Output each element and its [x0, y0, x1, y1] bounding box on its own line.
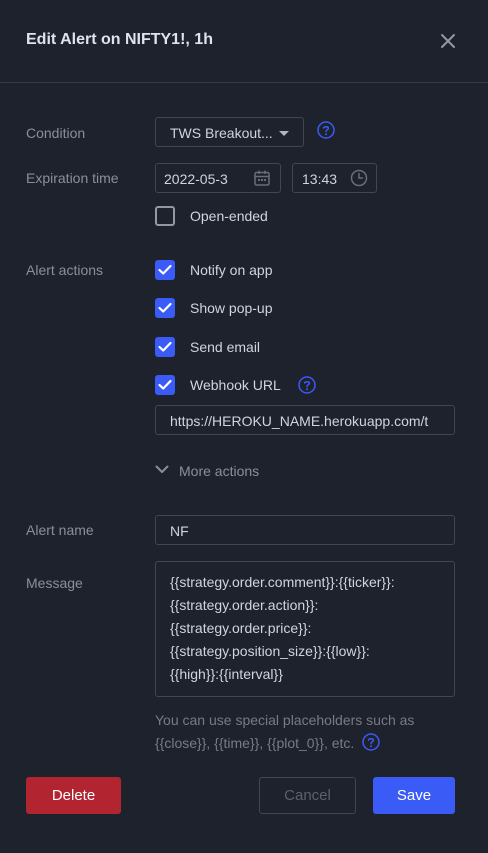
message-line: {{high}}:{{interval}} [170, 666, 283, 682]
condition-label: Condition [26, 125, 86, 141]
message-line: {{strategy.order.comment}}:{{ticker}}: [170, 574, 395, 590]
message-line: {{strategy.order.action}}: [170, 597, 319, 613]
webhook-url-label[interactable]: Webhook URL [190, 377, 281, 393]
condition-value: TWS Breakout... [170, 125, 273, 141]
question-circle-icon [362, 733, 380, 751]
expiration-label: Expiration time [26, 170, 119, 186]
open-ended-checkbox[interactable] [155, 206, 175, 226]
condition-help-button[interactable] [317, 121, 335, 139]
expiration-date-value: 2022-05-3 [164, 171, 228, 187]
more-actions-label: More actions [179, 463, 260, 479]
alert-actions-label: Alert actions [26, 262, 104, 278]
webhook-url-value: https://HEROKU_NAME.herokuapp.com/t [170, 413, 429, 429]
show-popup-label[interactable]: Show pop-up [190, 300, 273, 316]
alert-name-label: Alert name [26, 522, 94, 538]
message-textarea[interactable]: {{strategy.order.comment}}:{{ticker}}: {… [155, 561, 455, 697]
webhook-url-checkbox[interactable] [155, 375, 175, 395]
chevron-down-icon [155, 465, 169, 473]
notify-on-app-label[interactable]: Notify on app [190, 262, 273, 278]
checkmark-icon [158, 341, 172, 352]
show-popup-checkbox[interactable] [155, 298, 175, 318]
delete-button[interactable]: Delete [26, 777, 121, 814]
send-email-label[interactable]: Send email [190, 339, 260, 355]
expiration-time-value: 13:43 [302, 171, 338, 187]
message-label: Message [26, 575, 83, 591]
clock-icon [350, 169, 368, 187]
webhook-help-button[interactable] [298, 376, 316, 394]
message-line: {{strategy.position_size}}:{{low}}: [170, 643, 370, 659]
alert-name-input[interactable]: NF [155, 515, 455, 545]
save-button[interactable]: Save [373, 777, 455, 814]
question-circle-icon [298, 376, 316, 394]
dialog-header: Edit Alert on NIFTY1!, 1h [0, 0, 488, 83]
checkmark-icon [158, 302, 172, 313]
placeholder-help-button[interactable] [362, 733, 380, 751]
more-actions-toggle[interactable]: More actions [155, 461, 275, 481]
expiration-time-input[interactable]: 13:43 [292, 163, 377, 193]
notify-on-app-checkbox[interactable] [155, 260, 175, 280]
alert-name-value: NF [170, 523, 189, 539]
chevron-down-icon [279, 131, 289, 136]
close-icon [441, 34, 455, 48]
expiration-date-input[interactable]: 2022-05-3 [155, 163, 281, 193]
checkmark-icon [158, 379, 172, 390]
question-circle-icon [317, 121, 335, 139]
webhook-url-input[interactable]: https://HEROKU_NAME.herokuapp.com/t [155, 405, 455, 435]
close-button[interactable] [436, 29, 460, 53]
condition-select[interactable]: TWS Breakout... [155, 117, 304, 147]
cancel-button[interactable]: Cancel [259, 777, 356, 814]
placeholder-hint: You can use special placeholders such as… [155, 709, 455, 755]
calendar-icon [254, 170, 270, 186]
edit-alert-dialog: Edit Alert on NIFTY1!, 1h Condition TWS … [0, 0, 488, 853]
dialog-title: Edit Alert on NIFTY1!, 1h [26, 31, 213, 48]
send-email-checkbox[interactable] [155, 337, 175, 357]
checkmark-icon [158, 264, 172, 275]
message-line: {{strategy.order.price}}: [170, 620, 312, 636]
open-ended-label[interactable]: Open-ended [190, 208, 268, 224]
